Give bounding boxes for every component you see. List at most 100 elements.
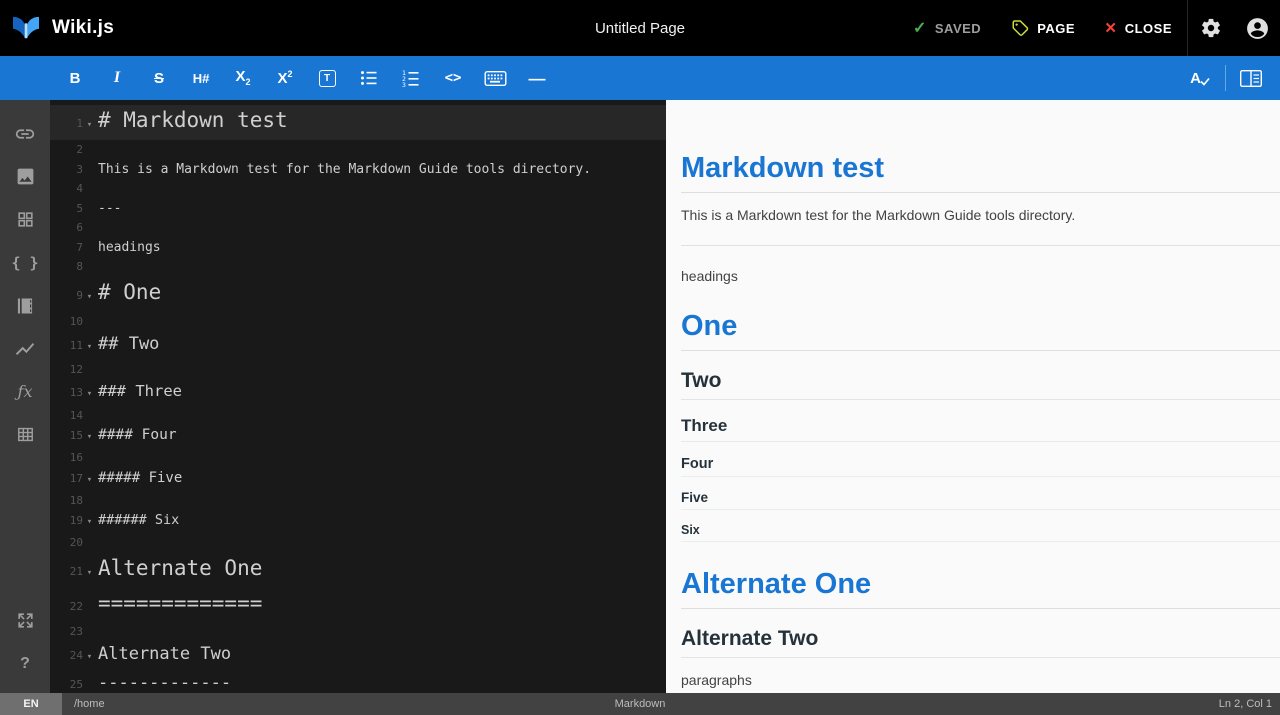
insert-table-button[interactable]	[0, 413, 50, 456]
editor-line[interactable]: 18	[50, 491, 666, 511]
line-gutter: 5	[50, 199, 96, 219]
distraction-free-button[interactable]	[0, 599, 50, 642]
bullet-list-icon	[360, 69, 378, 87]
account-button[interactable]	[1234, 0, 1280, 56]
fold-arrow-icon[interactable]: ▾	[83, 110, 96, 140]
horizontal-rule-button[interactable]: —	[516, 56, 558, 100]
editor-line[interactable]: 14	[50, 406, 666, 426]
insert-image-button[interactable]	[0, 155, 50, 198]
preview-h1: One	[681, 310, 1280, 351]
editor-line[interactable]: 24 ▾ Alternate Two	[50, 641, 666, 670]
fold-arrow-icon[interactable]: ▾	[83, 470, 96, 491]
line-number: 13	[69, 385, 83, 399]
line-number: 25	[69, 678, 83, 691]
editor-line-text: ---	[98, 200, 122, 216]
image-icon	[15, 166, 36, 187]
heading-button[interactable]: H#	[180, 56, 222, 100]
editor-line[interactable]: 11 ▾ ## Two	[50, 331, 666, 360]
editor-line[interactable]: 20	[50, 533, 666, 553]
bold-icon: B	[69, 69, 81, 87]
insert-code-block-button[interactable]: { }	[0, 241, 50, 284]
line-gutter: 21 ▾	[50, 557, 96, 588]
subscript-button[interactable]: X2	[222, 56, 264, 100]
fold-arrow-icon[interactable]: ▾	[83, 282, 96, 312]
fold-arrow-icon[interactable]: ▾	[83, 512, 96, 533]
editor-line-text: Alternate One	[98, 555, 263, 580]
editor-mode-label: Markdown	[614, 698, 666, 710]
insert-sidebar: { } ƒx ?	[0, 100, 50, 693]
editor-line[interactable]: 16	[50, 448, 666, 468]
line-number: 1	[76, 117, 83, 130]
editor-line[interactable]: 22 =============	[50, 588, 666, 622]
preview-pane[interactable]: Markdown test This is a Markdown test for…	[666, 100, 1280, 693]
editor-line[interactable]: 3 This is a Markdown test for the Markdow…	[50, 160, 666, 180]
editor-line[interactable]: 2	[50, 140, 666, 160]
settings-button[interactable]	[1188, 0, 1234, 56]
editor-line[interactable]: 25 -------------	[50, 670, 666, 693]
insert-link-button[interactable]	[0, 112, 50, 155]
superscript-button[interactable]: X2	[264, 56, 306, 100]
inline-code-button[interactable]: <>	[432, 56, 474, 100]
line-number: 10	[69, 314, 83, 328]
locale-selector[interactable]: EN	[0, 693, 62, 715]
editor-line[interactable]: 23	[50, 622, 666, 642]
insert-diagram-button[interactable]	[0, 327, 50, 370]
editor-line-text: ## Two	[98, 334, 160, 354]
preview-h5: Five	[681, 490, 1280, 510]
editor-line[interactable]: 4	[50, 179, 666, 199]
insert-video-button[interactable]	[0, 284, 50, 327]
close-button[interactable]: × CLOSE	[1090, 0, 1187, 56]
diagram-icon	[14, 338, 36, 360]
page-properties-button[interactable]: PAGE	[996, 0, 1090, 56]
fold-arrow-icon[interactable]: ▾	[83, 383, 96, 406]
insert-block-button[interactable]	[0, 198, 50, 241]
bullet-list-button[interactable]	[348, 56, 390, 100]
ordered-list-button[interactable]: 123	[390, 56, 432, 100]
fold-arrow-icon[interactable]: ▾	[83, 558, 96, 588]
keyboard-button[interactable]	[474, 56, 516, 100]
editor-line[interactable]: 1 ▾ # Markdown test	[50, 105, 666, 140]
insert-math-button[interactable]: ƒx	[0, 370, 50, 413]
editor-line[interactable]: 13 ▾ ### Three	[50, 380, 666, 406]
editor-line[interactable]: 5 ---	[50, 199, 666, 219]
italic-button[interactable]: I	[96, 56, 138, 100]
line-gutter: 10	[50, 312, 96, 332]
editor-line[interactable]: 17 ▾ ##### Five	[50, 468, 666, 491]
expand-icon	[16, 611, 35, 630]
textbox-button[interactable]: T	[306, 56, 348, 100]
line-number: 11	[69, 339, 83, 352]
wikijs-logo-icon	[13, 16, 39, 39]
strikethrough-button[interactable]: S	[138, 56, 180, 100]
fold-arrow-icon[interactable]: ▾	[83, 427, 96, 448]
toolbar-right: A	[1179, 56, 1272, 100]
wikijs-logo[interactable]	[0, 0, 52, 56]
editor-line[interactable]: 12	[50, 360, 666, 380]
main-area: { } ƒx ? 1 ▾ # Markdown test 2 3 This is a Mar…	[0, 100, 1280, 693]
subscript-icon: X2	[235, 68, 251, 87]
markdown-editor-pane[interactable]: 1 ▾ # Markdown test 2 3 This is a Markdown te…	[50, 100, 666, 693]
editor-line[interactable]: 10	[50, 312, 666, 332]
markdown-help-button[interactable]: ?	[0, 642, 50, 685]
fold-arrow-icon[interactable]: ▾	[83, 334, 96, 360]
editor-line[interactable]: 6	[50, 218, 666, 238]
line-gutter: 12	[50, 360, 96, 380]
preview-p: paragraphs	[681, 672, 752, 688]
close-label: CLOSE	[1124, 20, 1172, 36]
editor-line[interactable]: 21 ▾ Alternate One	[50, 553, 666, 588]
editor-line[interactable]: 19 ▾ ###### Six	[50, 510, 666, 533]
spellcheck-button[interactable]: A	[1179, 56, 1221, 100]
preview-h6: Six	[681, 523, 1280, 542]
editor-line-text: ###### Six	[98, 512, 180, 528]
account-icon	[1246, 17, 1268, 39]
line-number: 15	[69, 429, 83, 442]
line-gutter: 19 ▾	[50, 510, 96, 533]
editor-line[interactable]: 7 headings	[50, 238, 666, 258]
side-by-side-button[interactable]	[1230, 56, 1272, 100]
fold-arrow-icon[interactable]: ▾	[83, 644, 96, 670]
preview-h3: Three	[681, 416, 1280, 442]
editor-line[interactable]: 15 ▾ #### Four	[50, 425, 666, 448]
editor-line[interactable]: 9 ▾ # One	[50, 277, 666, 312]
editor-line[interactable]: 8	[50, 257, 666, 277]
bold-button[interactable]: B	[54, 56, 96, 100]
editor-line-text: ##### Five	[98, 469, 183, 486]
